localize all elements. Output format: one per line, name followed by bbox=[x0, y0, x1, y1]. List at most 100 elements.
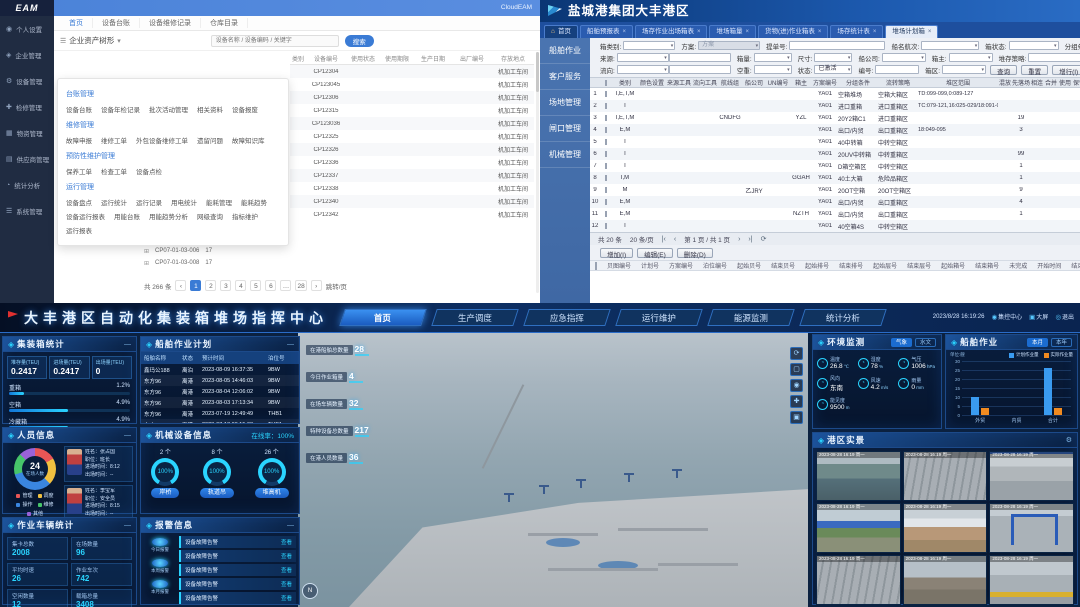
nav-tab[interactable]: 首页 bbox=[339, 309, 427, 326]
view-link[interactable]: 查看 bbox=[281, 566, 292, 574]
row-checkbox[interactable] bbox=[605, 223, 607, 229]
menu-item[interactable]: 能耗趋势 bbox=[241, 198, 267, 209]
tree-row[interactable]: ⊞CP07-01-03-00617 bbox=[144, 245, 344, 257]
select-field[interactable]: ▾ bbox=[617, 65, 669, 74]
sidebar-item[interactable]: ▤供应商管理 bbox=[0, 146, 54, 172]
fullscreen-icon[interactable]: ▢ bbox=[790, 363, 803, 376]
locate-icon[interactable]: ◉ bbox=[790, 379, 803, 392]
select-field[interactable]: ▾ bbox=[617, 53, 669, 62]
refresh-icon[interactable]: ⟳ bbox=[761, 235, 767, 243]
menu-item[interactable]: 设备报废 bbox=[232, 105, 258, 116]
input-field[interactable] bbox=[875, 65, 919, 74]
menu-item[interactable]: 网级查询 bbox=[197, 212, 223, 223]
table-row[interactable]: CP12336机加工车间7.94 bbox=[290, 156, 534, 169]
tab-year[interactable]: 本年 bbox=[1051, 338, 1072, 347]
sidebar-item[interactable]: ◔统计分析 bbox=[0, 172, 54, 198]
menu-item[interactable]: 遗留问题 bbox=[197, 136, 223, 147]
menu-item[interactable]: 故障申报 bbox=[66, 136, 92, 147]
eam-tab[interactable]: 设备维修记录 bbox=[140, 18, 201, 28]
table-row[interactable]: CP12342机加工车间12 bbox=[290, 208, 534, 221]
page-number[interactable]: … bbox=[280, 280, 291, 291]
personnel-card[interactable]: 姓名：张占国职位：班长进场时间：8:12出场时间：-- bbox=[64, 446, 133, 482]
header-link[interactable]: ▣大屏 bbox=[1029, 312, 1048, 321]
table-row[interactable]: 8I,MGGAHYA0140土大箱危险品箱区1 bbox=[590, 172, 1080, 184]
menu-section-title[interactable]: 预防性维护管理 bbox=[66, 151, 280, 161]
alarm-row[interactable]: 设备故障告警查看 bbox=[179, 550, 296, 562]
page-number[interactable]: 4 bbox=[235, 280, 246, 291]
menu-item[interactable]: 用能台账 bbox=[114, 212, 140, 223]
table-row[interactable]: 东方96离港2023-08-03 17:13:349BW bbox=[141, 397, 299, 408]
table-row[interactable]: CP12337机加工车间7.875 bbox=[290, 169, 534, 182]
reset-view-icon[interactable]: ⟳ bbox=[790, 347, 803, 360]
table-row[interactable]: 9M乙JRYYA0120OT空箱20OT空箱区9 bbox=[590, 184, 1080, 196]
select-field[interactable]: ▾ bbox=[882, 53, 926, 62]
table-row[interactable]: CP12304机加工车间8 bbox=[290, 65, 534, 78]
menu-section-title[interactable]: 台账管理 bbox=[66, 89, 280, 99]
page-number[interactable]: 2 bbox=[205, 280, 216, 291]
layers-icon[interactable]: ▣ bbox=[790, 411, 803, 424]
select-field[interactable]: ▾ bbox=[1028, 53, 1080, 62]
menu-item[interactable]: 设备盘点 bbox=[66, 198, 92, 209]
row-checkbox[interactable] bbox=[605, 163, 607, 169]
collapse-icon[interactable]: — bbox=[124, 522, 131, 529]
camera-feed[interactable]: 2023-08-28 16:19 周一 bbox=[903, 451, 988, 501]
select-field[interactable]: 方案▾ bbox=[698, 41, 760, 50]
table-row[interactable]: CP12326机加工车间7.92 bbox=[290, 143, 534, 156]
tos-tab[interactable]: 场存作业出场箱表× bbox=[635, 25, 708, 38]
next-page-icon[interactable]: › bbox=[738, 236, 740, 243]
row-checkbox[interactable] bbox=[605, 175, 607, 181]
nav-tab[interactable]: 应急指挥 bbox=[523, 309, 611, 326]
page-number[interactable]: 28 bbox=[295, 280, 306, 291]
table-row[interactable]: 5TYA0140中转箱中转空箱区 bbox=[590, 136, 1080, 148]
menu-section-title[interactable]: 维修管理 bbox=[66, 120, 280, 130]
page-number[interactable]: 1 bbox=[190, 280, 201, 291]
eam-tab[interactable]: 仓库目录 bbox=[201, 18, 248, 28]
tos-tab[interactable]: 船舶预报表× bbox=[580, 25, 633, 38]
nav-tab[interactable]: 生产调度 bbox=[431, 309, 519, 326]
close-icon[interactable]: × bbox=[697, 26, 701, 38]
close-icon[interactable]: × bbox=[873, 26, 877, 38]
nav-tab[interactable]: 能源监测 bbox=[707, 309, 795, 326]
alarm-row[interactable]: 设备故障告警查看 bbox=[179, 564, 296, 576]
scene-3d[interactable]: 在港船舶总数量28今日作业箱量4在场车辆数量32特种设备总数量217在港人员数量… bbox=[298, 333, 808, 607]
tos-tab[interactable]: 货物(进)作业箱表× bbox=[758, 25, 828, 38]
camera-feed[interactable]: 2023-08-28 16:19 周一 bbox=[903, 503, 988, 553]
tos-tab[interactable]: 堆场计划箱× bbox=[885, 25, 938, 38]
menu-item[interactable]: 能耗管理 bbox=[206, 198, 232, 209]
camera-feed[interactable]: 2023-08-28 16:19 周一 bbox=[816, 451, 901, 501]
filter-button[interactable]: 查询 bbox=[990, 65, 1017, 75]
table-row[interactable]: 11E,MNZTHYA01出口/内贸出口重箱区1 bbox=[590, 208, 1080, 220]
tab-month[interactable]: 本月 bbox=[1027, 338, 1048, 347]
row-checkbox[interactable] bbox=[605, 127, 607, 133]
select-field[interactable]: ▾ bbox=[921, 41, 979, 50]
filter-button[interactable]: 增行(I) bbox=[1052, 65, 1080, 75]
row-checkbox[interactable] bbox=[605, 139, 607, 145]
close-icon[interactable]: × bbox=[745, 26, 749, 38]
sidebar-item[interactable]: ☰系统管理 bbox=[0, 198, 54, 224]
eam-tab[interactable]: 首页 bbox=[60, 18, 93, 28]
gauge-name-button[interactable]: 轨道吊 bbox=[200, 488, 234, 498]
menu-item[interactable]: 运行报表 bbox=[66, 226, 92, 237]
select-field[interactable]: ▾ bbox=[949, 53, 993, 62]
row-checkbox[interactable] bbox=[605, 187, 607, 193]
table-row[interactable]: 鑫玛公188离泊2023-08-09 16:37:359BW bbox=[141, 364, 299, 375]
sidebar-item[interactable]: 闸口管理 bbox=[540, 116, 590, 142]
gauge-name-button[interactable]: 堆高机 bbox=[255, 488, 289, 498]
next-page-icon[interactable]: › bbox=[311, 280, 322, 291]
menu-item[interactable]: 检查工单 bbox=[101, 167, 127, 178]
table-row[interactable]: 2TYA01进口重箱进口重箱区TC:079-121,16:025-029/18:… bbox=[590, 100, 1080, 112]
menu-item[interactable]: 设备台账 bbox=[66, 105, 92, 116]
menu-item[interactable]: 故障知识库 bbox=[232, 136, 265, 147]
collapse-icon[interactable]: — bbox=[287, 522, 294, 529]
row-checkbox[interactable] bbox=[605, 103, 607, 109]
collapse-icon[interactable]: — bbox=[124, 341, 131, 348]
table-row[interactable]: CP12306机加工车间27.2 bbox=[290, 91, 534, 104]
camera-feed[interactable]: 2023-08-28 16:19 周一 bbox=[816, 555, 901, 605]
table-row[interactable]: 12TYA0140空箱4S中转空箱区 bbox=[590, 220, 1080, 232]
table-row[interactable]: CP12338机加工车间7.875 bbox=[290, 182, 534, 195]
select-field[interactable]: 已激活▾ bbox=[814, 65, 852, 74]
row-checkbox[interactable] bbox=[605, 115, 607, 121]
select-all-checkbox[interactable] bbox=[595, 262, 597, 270]
camera-feed[interactable]: 2023-08-28 16:19 周一 bbox=[989, 503, 1074, 553]
first-page-icon[interactable]: |‹ bbox=[662, 236, 666, 243]
